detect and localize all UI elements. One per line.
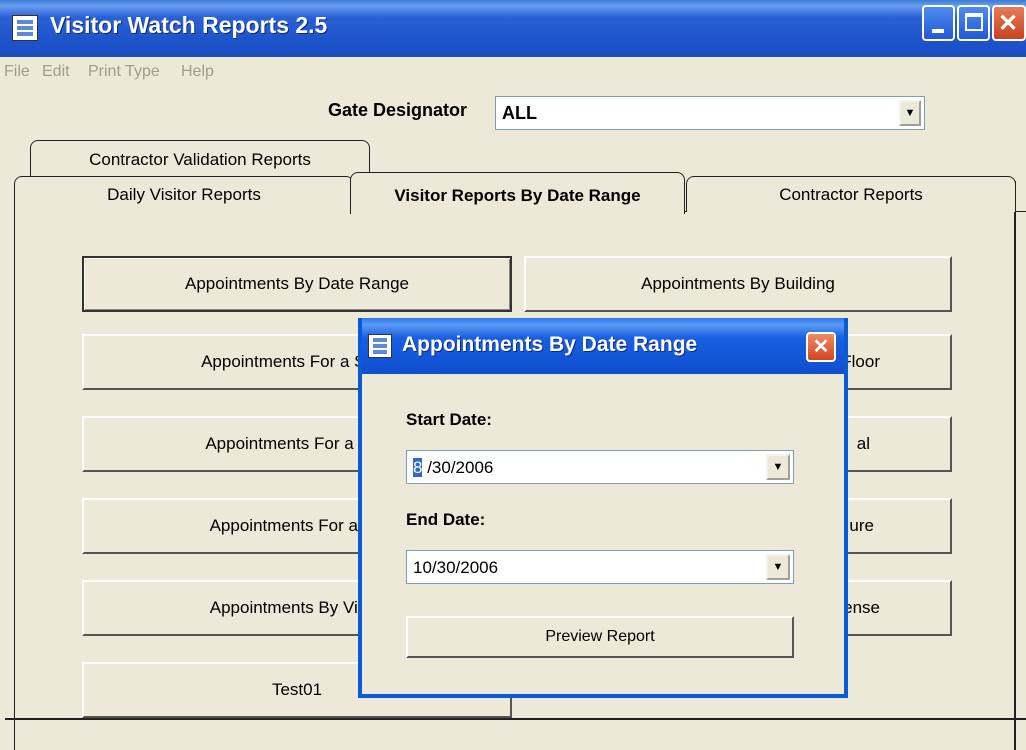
tab-visitor-reports-by-date-range[interactable]: Visitor Reports By Date Range <box>350 172 685 214</box>
menu-print-type[interactable]: Print Type <box>88 63 160 81</box>
date-range-dialog: Appointments By Date Range ✕ Start Date:… <box>358 318 848 698</box>
dialog-title-bar[interactable]: Appointments By Date Range ✕ <box>362 318 844 374</box>
report-button-appointments-by-building[interactable]: Appointments By Building <box>524 256 952 312</box>
preview-report-button[interactable]: Preview Report <box>406 616 794 658</box>
dialog-app-icon <box>368 334 392 358</box>
end-date-value: 10/30/2006 <box>413 558 499 577</box>
title-bar[interactable]: Visitor Watch Reports 2.5 ✕ <box>0 0 1026 57</box>
tab-contractor-validation-reports[interactable]: Contractor Validation Reports <box>30 140 370 178</box>
menu-file[interactable]: File <box>4 63 30 81</box>
maximize-button[interactable] <box>957 5 990 41</box>
chevron-down-icon[interactable]: ▼ <box>766 554 790 580</box>
app-icon <box>12 15 38 41</box>
start-date-label: Start Date: <box>406 410 492 429</box>
start-date-value[interactable]: 8 /30/2006 <box>413 458 493 478</box>
close-icon: ✕ <box>998 10 1019 37</box>
tab-daily-visitor-reports[interactable]: Daily Visitor Reports <box>14 176 354 212</box>
close-button[interactable]: ✕ <box>992 5 1026 41</box>
menu-help[interactable]: Help <box>181 63 214 81</box>
gate-designator-select[interactable]: ALL ▼ <box>495 96 925 130</box>
gate-designator-value: ALL <box>502 103 537 123</box>
maximize-icon <box>965 13 983 31</box>
report-button-appointments-by-date-range[interactable]: Appointments By Date Range <box>82 256 512 312</box>
close-icon: ✕ <box>812 336 830 358</box>
chevron-down-icon[interactable]: ▼ <box>899 100 921 126</box>
dialog-close-button[interactable]: ✕ <box>806 332 836 362</box>
gate-designator-label: Gate Designator <box>328 100 468 120</box>
start-date-rest: /30/2006 <box>422 458 494 477</box>
main-window: Visitor Watch Reports 2.5 ✕ File Edit Pr… <box>0 0 1026 750</box>
tab-contractor-reports[interactable]: Contractor Reports <box>686 176 1016 212</box>
end-date-label: End Date: <box>406 510 486 529</box>
end-date-picker[interactable]: 10/30/2006 ▼ <box>406 550 794 584</box>
panel-border-bottom <box>5 718 1026 720</box>
minimize-button[interactable] <box>922 5 955 41</box>
window-title: Visitor Watch Reports 2.5 <box>50 12 328 38</box>
minimize-icon <box>932 29 944 33</box>
start-date-picker[interactable]: 8 /30/2006 ▼ <box>406 450 794 484</box>
menu-edit[interactable]: Edit <box>42 63 70 81</box>
panel-border-right <box>1014 181 1016 750</box>
chevron-down-icon[interactable]: ▼ <box>766 454 790 480</box>
dialog-title: Appointments By Date Range <box>402 333 698 356</box>
